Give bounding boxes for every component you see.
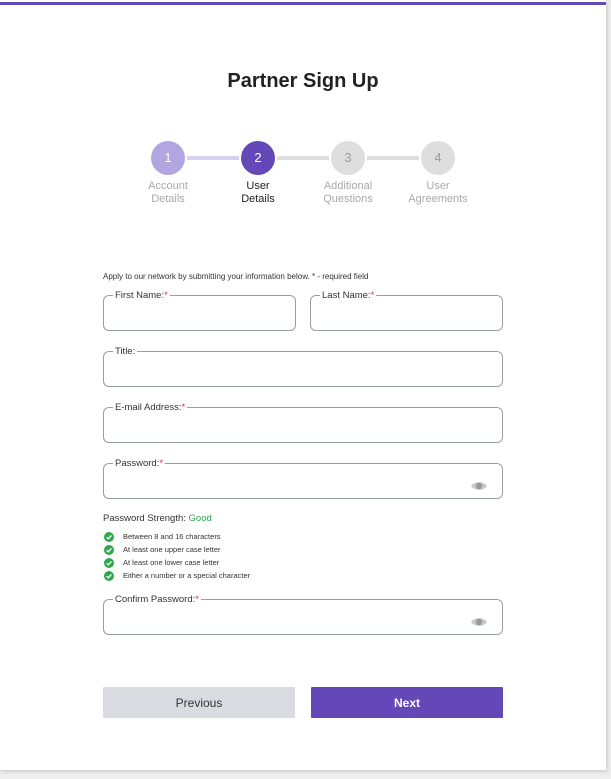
last-name-label: Last Name:* bbox=[322, 290, 375, 301]
step-additional-questions: 3 Additional Questions bbox=[308, 141, 388, 206]
step-label: Additional Questions bbox=[323, 180, 373, 205]
step-number: 1 bbox=[151, 141, 185, 175]
step-label: User Agreements bbox=[408, 180, 468, 205]
check-circle-icon bbox=[104, 531, 114, 542]
password-input[interactable] bbox=[114, 480, 468, 498]
eye-icon[interactable] bbox=[470, 616, 488, 628]
step-number: 4 bbox=[421, 141, 455, 175]
check-circle-icon bbox=[104, 557, 114, 568]
confirm-password-input[interactable] bbox=[114, 616, 468, 634]
next-button[interactable]: Next bbox=[311, 687, 503, 718]
step-number: 2 bbox=[241, 141, 275, 175]
confirm-password-field[interactable]: Confirm Password:* bbox=[103, 595, 503, 635]
previous-button[interactable]: Previous bbox=[103, 687, 295, 718]
first-name-input[interactable] bbox=[114, 312, 261, 330]
password-rule: Between 8 and 16 characters bbox=[104, 530, 250, 543]
progress-stepper: 1 Account Details 2 User Details 3 Additio… bbox=[0, 141, 606, 211]
step-label: Account Details bbox=[148, 180, 188, 205]
check-circle-icon bbox=[104, 544, 114, 555]
password-strength-value: Good bbox=[188, 513, 212, 524]
first-name-field[interactable]: First Name:* bbox=[103, 291, 296, 331]
password-rules-list: Between 8 and 16 characters At least one… bbox=[104, 530, 250, 582]
last-name-field[interactable]: Last Name:* bbox=[310, 291, 503, 331]
page-title: Partner Sign Up bbox=[227, 70, 379, 92]
accent-top-bar bbox=[0, 2, 606, 5]
title-field[interactable]: Title: bbox=[103, 347, 503, 387]
form-intro-text: Apply to our network by submitting your … bbox=[103, 272, 369, 281]
step-number: 3 bbox=[331, 141, 365, 175]
first-name-label: First Name:* bbox=[115, 290, 168, 301]
title-label: Title: bbox=[115, 346, 136, 357]
password-rule: Either a number or a special character bbox=[104, 569, 250, 582]
step-user-agreements: 4 User Agreements bbox=[398, 141, 478, 206]
confirm-password-label: Confirm Password:* bbox=[115, 594, 199, 605]
title-input[interactable] bbox=[114, 368, 468, 386]
eye-icon[interactable] bbox=[470, 480, 488, 492]
password-field[interactable]: Password:* bbox=[103, 459, 503, 499]
email-field[interactable]: E-mail Address:* bbox=[103, 403, 503, 443]
password-strength-label: Password Strength: bbox=[103, 513, 186, 524]
check-circle-icon bbox=[104, 570, 114, 581]
signup-card: Partner Sign Up 1 Account Details 2 User D… bbox=[0, 0, 606, 770]
password-rule: At least one lower case letter bbox=[104, 556, 250, 569]
password-strength: Password Strength: Good bbox=[103, 513, 212, 524]
step-user-details[interactable]: 2 User Details bbox=[218, 141, 298, 206]
step-label: User Details bbox=[241, 180, 275, 205]
password-rule: At least one upper case letter bbox=[104, 543, 250, 556]
password-label: Password:* bbox=[115, 458, 164, 469]
step-account-details[interactable]: 1 Account Details bbox=[128, 141, 208, 206]
last-name-input[interactable] bbox=[321, 312, 468, 330]
email-label: E-mail Address:* bbox=[115, 402, 186, 413]
email-input[interactable] bbox=[114, 424, 468, 442]
